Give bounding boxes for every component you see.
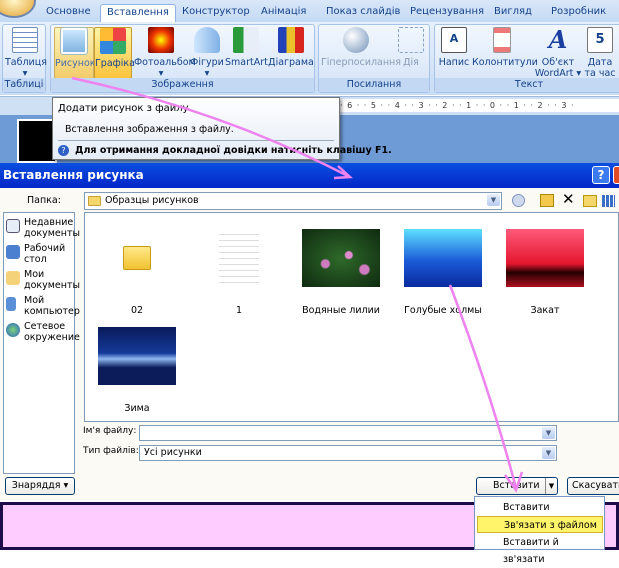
arrow-to-dialog	[71, 76, 349, 178]
annotation-arrows	[71, 76, 524, 493]
arrow-to-insert	[448, 284, 518, 489]
